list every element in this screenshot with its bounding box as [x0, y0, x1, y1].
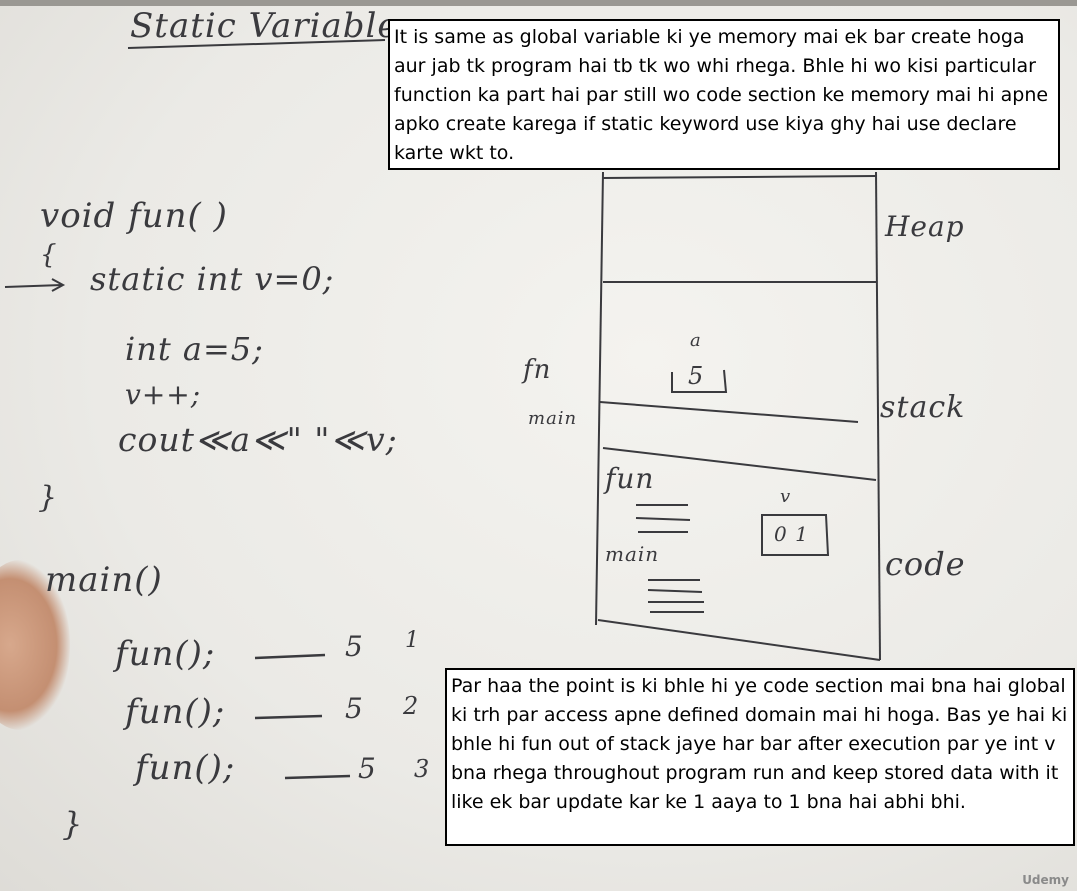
static-var-v-label: v	[780, 486, 792, 507]
code-line-static-int: static int v=0;	[90, 260, 335, 298]
bottom-annotation-note: Par haa the point is ki bhle hi ye code …	[445, 668, 1075, 846]
stack-fn-label: fn	[523, 355, 552, 385]
code-line-main: main()	[45, 560, 163, 600]
static-var-v-value: 0 1	[774, 522, 809, 546]
code-call-2: fun();	[125, 692, 226, 732]
output-a-3: 5	[358, 752, 377, 785]
output-a-2: 5	[345, 692, 364, 725]
top-annotation-note: It is same as global variable ki ye memo…	[388, 19, 1060, 170]
stack-label: stack	[880, 390, 966, 425]
udemy-watermark: Udemy	[1022, 873, 1069, 887]
code-call-3: fun();	[135, 748, 236, 788]
bottom-annotation-text: Par haa the point is ki bhle hi ye code …	[451, 675, 1068, 813]
output-a-1: 5	[345, 630, 364, 663]
code-line-cout: cout≪a≪" "≪v;	[118, 420, 398, 459]
code-line-increment: v++;	[125, 378, 202, 411]
code-main-close-brace: }	[62, 805, 84, 843]
code-line-open-brace: {	[40, 240, 58, 270]
code-line-int-a: int a=5;	[125, 330, 264, 368]
top-annotation-text: It is same as global variable ki ye memo…	[394, 26, 1049, 164]
output-v-1: 1	[405, 628, 420, 653]
stack-main-label: main	[528, 408, 578, 429]
code-section-label: code	[885, 545, 966, 583]
code-line-close-brace: }	[38, 480, 59, 515]
code-fun-label: fun	[605, 462, 655, 495]
stack-var-a-label: a	[690, 330, 702, 351]
heap-label: Heap	[885, 210, 965, 243]
code-call-1: fun();	[115, 634, 216, 674]
stack-var-a-value: 5	[688, 362, 705, 390]
output-v-3: 3	[414, 755, 431, 783]
code-main-label: main	[605, 542, 660, 566]
output-v-2: 2	[403, 692, 420, 720]
code-line-void-fun: void fun( )	[40, 196, 228, 236]
